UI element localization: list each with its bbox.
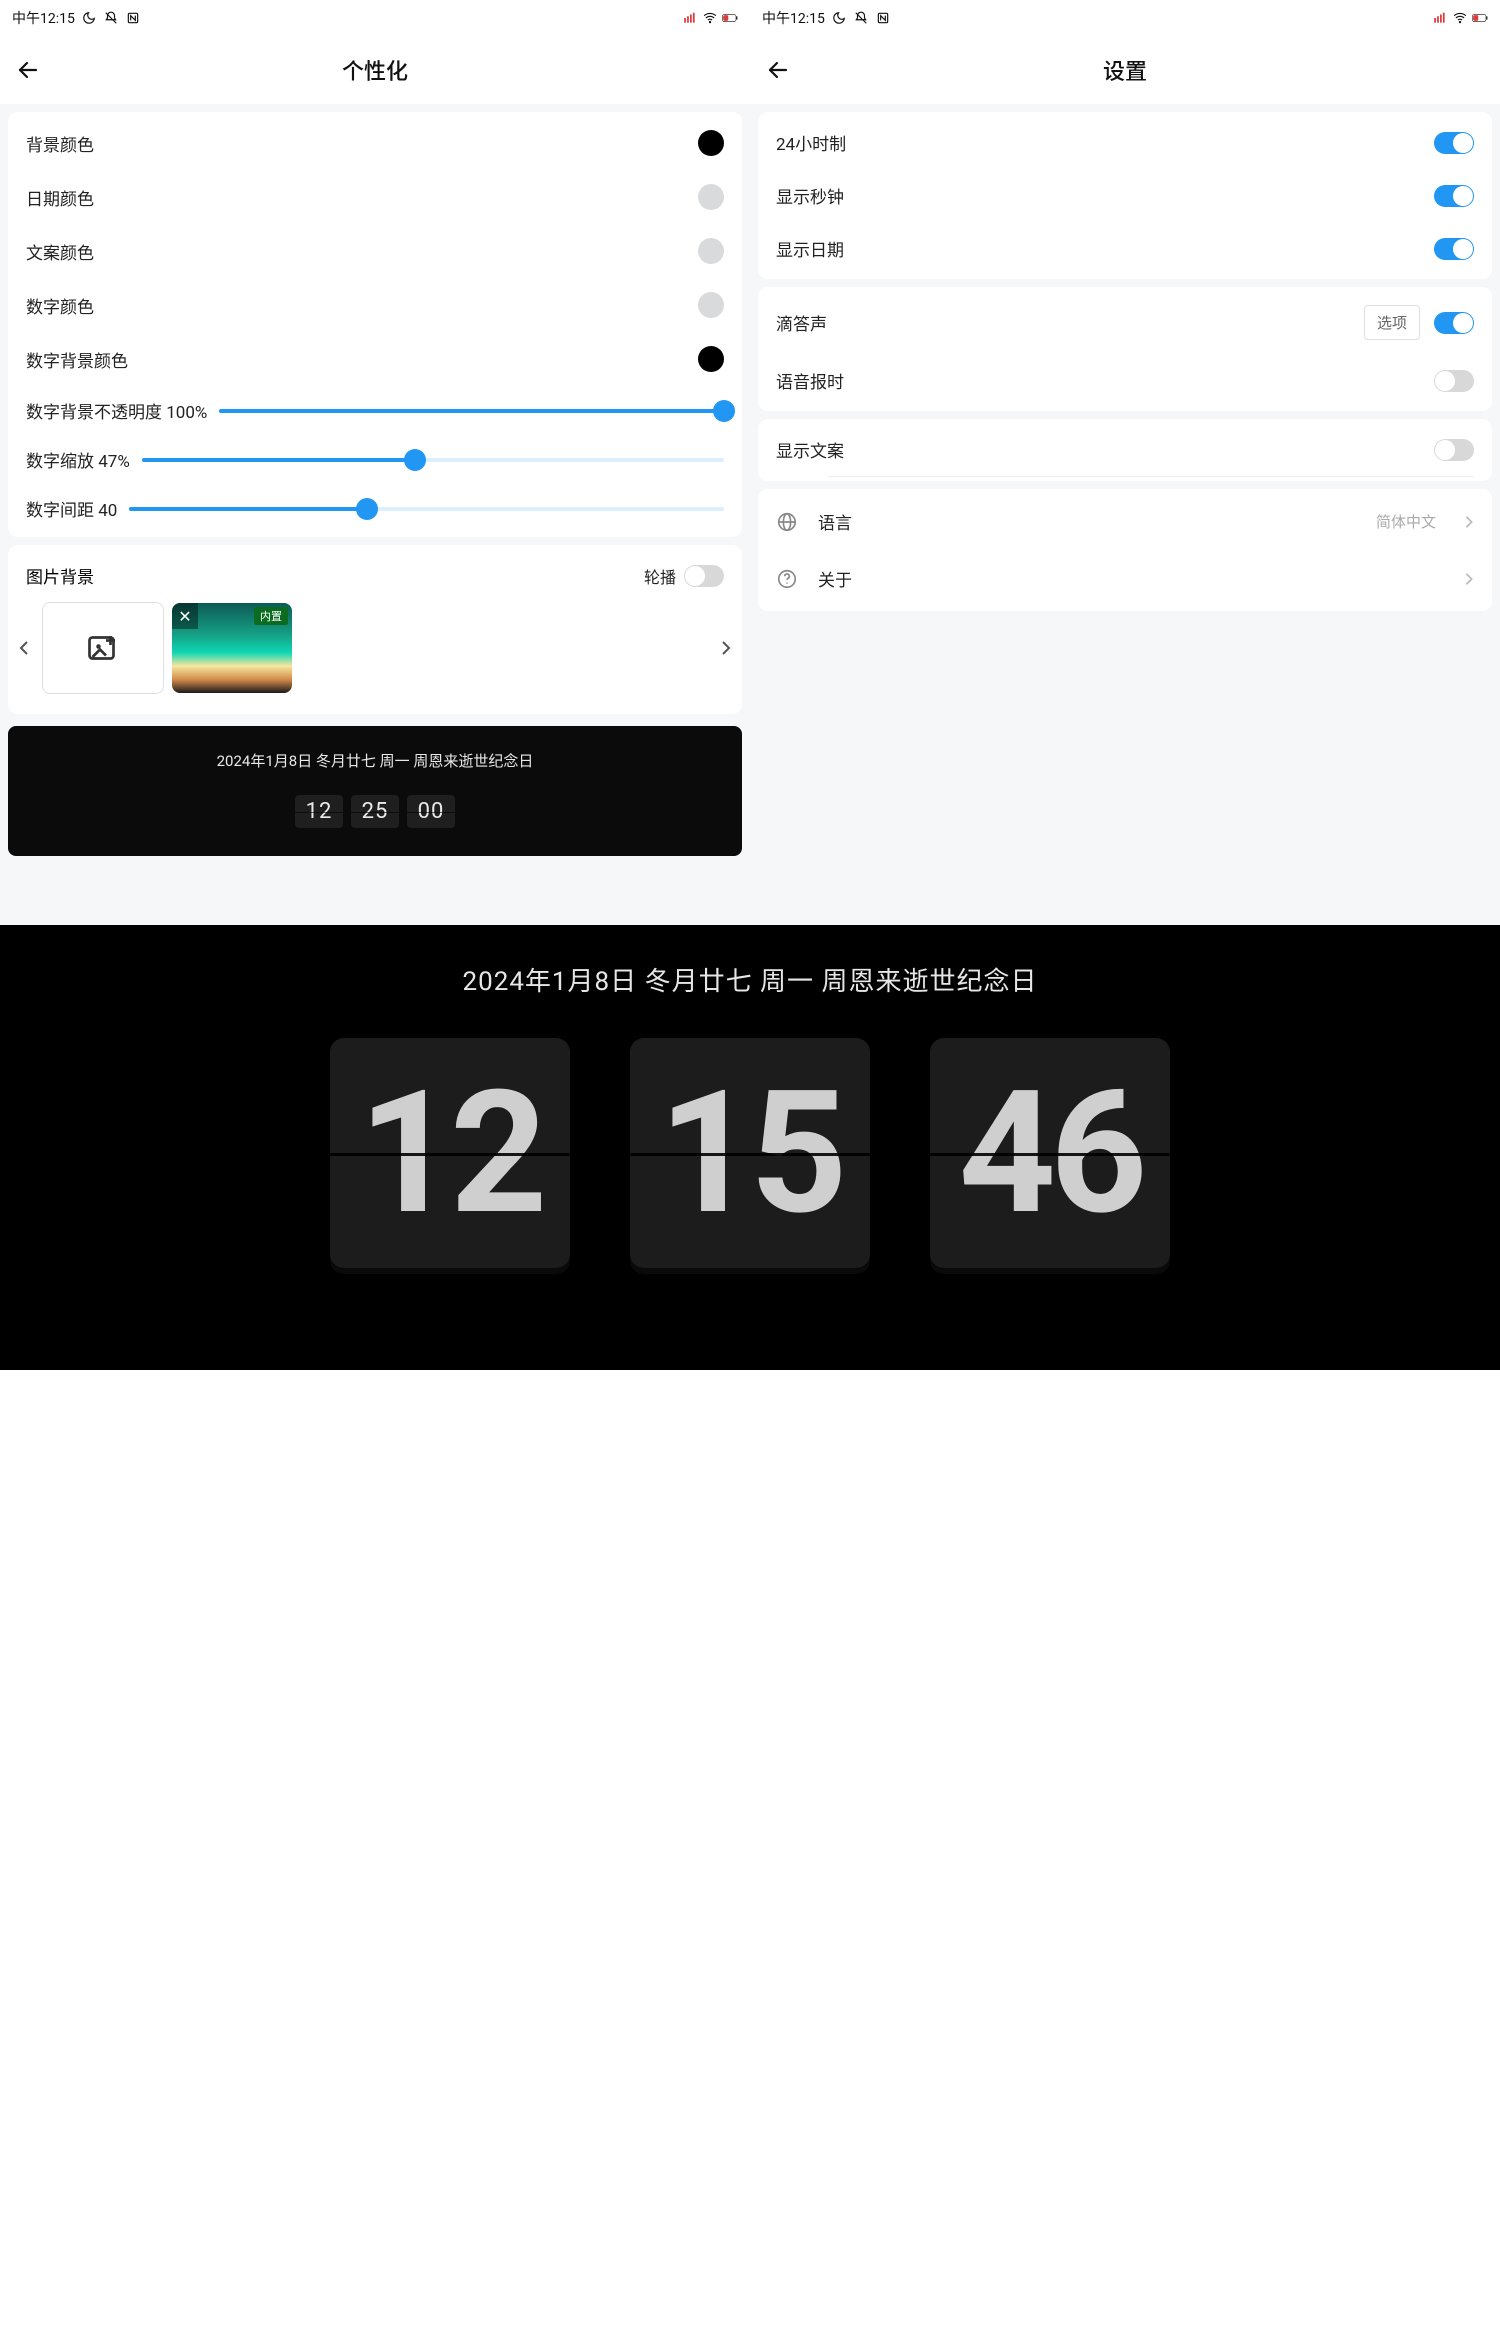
globe-icon (776, 511, 798, 533)
bg-color-label: 背景颜色 (26, 131, 94, 156)
color-section: 背景颜色 日期颜色 文案颜色 数字颜色 数字背景颜色 数字背景不透明度 100% (8, 112, 742, 537)
text-section: 显示文案 (758, 419, 1492, 481)
carousel-prev-button[interactable] (14, 603, 34, 693)
status-bar: 中午12:15 (750, 0, 1500, 36)
digit-color-swatch[interactable] (698, 292, 724, 318)
moon-icon (81, 10, 97, 26)
moon-icon (831, 10, 847, 26)
date-color-swatch[interactable] (698, 184, 724, 210)
battery-icon (1472, 10, 1488, 26)
app-header: 设置 (750, 36, 1500, 104)
status-time: 中午12:15 (12, 8, 75, 28)
fullscreen-seconds: 46 (930, 1038, 1170, 1268)
back-button[interactable] (0, 36, 56, 104)
show-text-toggle[interactable] (1434, 439, 1474, 461)
carousel-next-button[interactable] (716, 603, 736, 693)
mute-icon (103, 10, 119, 26)
bg-color-row[interactable]: 背景颜色 (8, 116, 742, 170)
text-color-swatch[interactable] (698, 238, 724, 264)
scale-slider[interactable] (142, 448, 724, 472)
sound-section: 滴答声 选项 语音报时 (758, 287, 1492, 411)
question-icon (776, 568, 798, 590)
digit-color-label: 数字颜色 (26, 293, 94, 318)
tick-options-button[interactable]: 选项 (1364, 305, 1420, 340)
nfc-icon (875, 10, 891, 26)
digit-bg-color-label: 数字背景颜色 (26, 347, 128, 372)
battery-icon (722, 10, 738, 26)
h24-toggle[interactable] (1434, 132, 1474, 154)
nfc-icon (125, 10, 141, 26)
page-title: 设置 (750, 54, 1500, 86)
mute-icon (853, 10, 869, 26)
chevron-right-icon (1464, 515, 1474, 529)
text-color-row[interactable]: 文案颜色 (8, 224, 742, 278)
digit-color-row[interactable]: 数字颜色 (8, 278, 742, 332)
left-screen: 中午12:15 个性化 背景颜色 日期颜色 (0, 0, 750, 925)
show-date-label: 显示日期 (776, 236, 844, 261)
tick-label: 滴答声 (776, 310, 827, 335)
add-image-thumb[interactable] (42, 602, 164, 694)
language-row[interactable]: 语言 简体中文 (758, 493, 1492, 550)
remove-image-button[interactable]: ✕ (172, 603, 198, 629)
wifi-icon (702, 10, 718, 26)
preview-hours: 12 (295, 795, 343, 828)
builtin-tag: 内置 (254, 607, 288, 625)
preview-card: 2024年1月8日 冬月廿七 周一 周恩来逝世纪念日 12 25 00 (8, 726, 742, 856)
h24-label: 24小时制 (776, 130, 846, 155)
show-seconds-label: 显示秒钟 (776, 183, 844, 208)
image-bg-section: 图片背景 轮播 ✕ 内置 (8, 545, 742, 714)
fullscreen-date: 2024年1月8日 冬月廿七 周一 周恩来逝世纪念日 (462, 961, 1037, 998)
text-underline (828, 476, 1474, 477)
time-format-section: 24小时制 显示秒钟 显示日期 (758, 112, 1492, 279)
signal-icon (1432, 10, 1448, 26)
wifi-icon (1452, 10, 1468, 26)
voice-toggle[interactable] (1434, 370, 1474, 392)
opacity-slider[interactable] (219, 399, 724, 423)
text-color-label: 文案颜色 (26, 239, 94, 264)
spacing-slider[interactable] (129, 497, 724, 521)
date-color-label: 日期颜色 (26, 185, 94, 210)
back-button[interactable] (750, 36, 806, 104)
status-time: 中午12:15 (762, 8, 825, 28)
fullscreen-clock: 2024年1月8日 冬月廿七 周一 周恩来逝世纪念日 12 15 46 (0, 925, 1500, 1370)
carousel-label: 轮播 (644, 564, 676, 588)
page-title: 个性化 (0, 54, 750, 86)
spacing-slider-row: 数字间距 40 (8, 484, 742, 533)
show-seconds-toggle[interactable] (1434, 185, 1474, 207)
language-label: 语言 (818, 509, 1356, 534)
about-row[interactable]: 关于 (758, 550, 1492, 607)
fullscreen-minutes: 15 (630, 1038, 870, 1268)
tick-toggle[interactable] (1434, 312, 1474, 334)
builtin-image-thumb[interactable]: ✕ 内置 (172, 603, 292, 693)
voice-label: 语音报时 (776, 368, 844, 393)
preview-seconds: 00 (407, 795, 455, 828)
date-color-row[interactable]: 日期颜色 (8, 170, 742, 224)
app-header: 个性化 (0, 36, 750, 104)
signal-icon (682, 10, 698, 26)
show-text-label: 显示文案 (776, 437, 844, 462)
general-section: 语言 简体中文 关于 (758, 489, 1492, 611)
opacity-label: 数字背景不透明度 100% (26, 398, 207, 423)
bg-color-swatch[interactable] (698, 130, 724, 156)
digit-bg-color-swatch[interactable] (698, 346, 724, 372)
digit-bg-color-row[interactable]: 数字背景颜色 (8, 332, 742, 386)
spacing-label: 数字间距 40 (26, 496, 117, 521)
scale-label: 数字缩放 47% (26, 447, 130, 472)
preview-date: 2024年1月8日 冬月廿七 周一 周恩来逝世纪念日 (24, 750, 726, 771)
scale-slider-row: 数字缩放 47% (8, 435, 742, 484)
language-value: 简体中文 (1376, 511, 1436, 532)
about-label: 关于 (818, 566, 1444, 591)
opacity-slider-row: 数字背景不透明度 100% (8, 386, 742, 435)
status-bar: 中午12:15 (0, 0, 750, 36)
show-date-toggle[interactable] (1434, 238, 1474, 260)
chevron-right-icon (1464, 572, 1474, 586)
fullscreen-hours: 12 (330, 1038, 570, 1268)
carousel-toggle[interactable] (684, 565, 724, 587)
image-bg-label: 图片背景 (26, 563, 94, 588)
right-screen: 中午12:15 设置 24小时制 显示秒钟 (750, 0, 1500, 925)
preview-minutes: 25 (351, 795, 399, 828)
